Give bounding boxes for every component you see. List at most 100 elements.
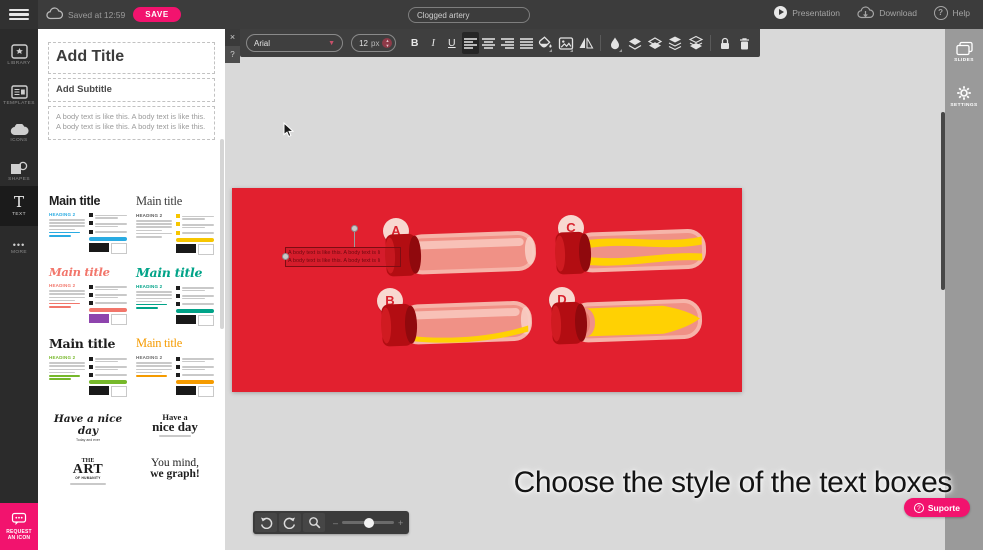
sidebar-item-more[interactable]: ••• MORE [0, 229, 38, 267]
undo-icon [259, 516, 273, 529]
artery-illustration-a[interactable] [382, 228, 540, 278]
panel-scrollbar[interactable] [220, 139, 224, 329]
add-subtitle-option[interactable]: Add Subtitle [48, 78, 215, 102]
template-card-have-a-nice-day-script[interactable]: Have a nice day Today and ever [48, 405, 128, 444]
template-card-you-mind-we-graph[interactable]: You mind, we graph! [135, 450, 215, 487]
template-card-have-a-nice-day-stacked[interactable]: Have a nice day [135, 405, 215, 444]
bring-forward-icon [627, 36, 643, 51]
flip-button[interactable] [577, 32, 595, 54]
align-justify-button[interactable] [518, 32, 535, 54]
sidebar-item-library[interactable]: LIBRARY [0, 36, 38, 74]
zoom-slider-track[interactable] [342, 521, 394, 524]
trash-icon [738, 36, 751, 51]
template-card-main-title-teal[interactable]: Main title HEADING 2 [135, 263, 215, 328]
hamburger-icon [9, 6, 29, 22]
template-preview: HEADING 2 [49, 212, 127, 254]
presentation-button[interactable]: Presentation [774, 6, 840, 19]
request-an-icon-button[interactable]: REQUESTAN ICON [0, 503, 38, 550]
opacity-button[interactable] [606, 32, 624, 54]
add-body-text-option[interactable]: A body text is like this. A body text is… [48, 106, 215, 140]
zoom-button[interactable] [303, 513, 325, 532]
insert-image-button[interactable] [556, 32, 574, 54]
lock-icon [718, 36, 732, 51]
template-card-main-title-serif[interactable]: Main title HEADING 2 [135, 192, 215, 257]
resize-handle-left[interactable] [282, 253, 289, 260]
font-size-stepper[interactable]: 12 px ▲▼ [351, 34, 396, 52]
template-preview: HEADING 2 [49, 355, 127, 397]
download-label: Download [879, 8, 917, 18]
save-button[interactable]: SAVE [133, 7, 181, 22]
redo-button[interactable] [279, 513, 301, 532]
artery-illustration-c[interactable] [552, 226, 710, 276]
template-card-the-art[interactable]: THE ART OF HUMANITY [48, 450, 128, 487]
selected-text-box[interactable]: A body text is like this. A body text is… [285, 247, 401, 267]
artery-illustration-b[interactable] [378, 298, 536, 348]
align-left-button[interactable] [462, 32, 479, 54]
redo-icon [283, 516, 297, 529]
slide[interactable]: A C B D [232, 188, 742, 392]
bring-forward-button[interactable] [626, 32, 644, 54]
add-title-option[interactable]: Add Title [48, 42, 215, 74]
template-card-main-title-slab[interactable]: Main title HEADING 2 [48, 334, 128, 399]
app-root: Saved at 12:59 SAVE Presentation Downloa… [0, 0, 983, 550]
close-panel-button[interactable]: × [225, 29, 240, 46]
left-icon-rail: LIBRARY TEMPLATES ICONS SHAPES T TEXT ••… [0, 29, 38, 550]
help-icon: ? [934, 6, 948, 20]
slides-button[interactable]: SLIDES [945, 41, 983, 63]
zoom-slider-thumb[interactable] [364, 518, 374, 528]
tutorial-caption: Choose the style of the text boxes [514, 466, 952, 500]
text-icon: T [14, 195, 24, 210]
download-button[interactable]: Download [857, 6, 917, 20]
template-preview: HEADING 2 [136, 355, 214, 397]
zoom-toolbar: – + [253, 511, 409, 534]
align-left-icon [464, 38, 477, 49]
sidebar-item-text[interactable]: T TEXT [0, 186, 38, 226]
cloud-download-icon [857, 6, 874, 20]
slides-icon [956, 41, 973, 56]
play-icon [774, 6, 787, 19]
undo-button[interactable] [255, 513, 277, 532]
align-right-icon [501, 38, 514, 49]
delete-button[interactable] [736, 32, 754, 54]
lock-button[interactable] [716, 32, 734, 54]
template-card-main-title-orange[interactable]: Main title HEADING 2 [135, 334, 215, 399]
bring-to-front-button[interactable] [666, 32, 684, 54]
format-toolbar: Arial ▼ 12 px ▲▼ B I U [240, 29, 760, 57]
settings-button[interactable]: SETTINGS [945, 85, 983, 108]
document-title-input[interactable] [408, 7, 530, 23]
fill-color-button[interactable] [536, 32, 554, 54]
sidebar-item-icons[interactable]: ICONS [0, 114, 38, 152]
main-menu-button[interactable] [0, 0, 38, 29]
icons-cloud-icon [10, 124, 29, 136]
support-button[interactable]: ? Suporte [904, 498, 970, 517]
help-button[interactable]: ? Help [934, 6, 970, 20]
sidebar-item-shapes[interactable]: SHAPES [0, 152, 38, 190]
send-to-back-button[interactable] [687, 32, 705, 54]
italic-button[interactable]: I [425, 32, 442, 54]
template-card-main-title-blue[interactable]: Main title HEADING 2 [48, 192, 128, 257]
template-card-main-title-coral[interactable]: Main title HEADING 2 [48, 263, 128, 328]
zoom-in-button[interactable]: + [398, 518, 403, 528]
question-icon: ? [914, 503, 924, 513]
more-icon: ••• [13, 242, 25, 248]
align-right-button[interactable] [499, 32, 516, 54]
magnifier-icon [308, 516, 321, 529]
template-preview: HEADING 2 [49, 283, 127, 325]
align-center-button[interactable] [481, 32, 498, 54]
shapes-icon [10, 161, 28, 175]
underline-button[interactable]: U [444, 32, 461, 54]
size-stepper-icon: ▲▼ [382, 38, 392, 48]
bold-button[interactable]: B [406, 32, 423, 54]
send-backward-button[interactable] [646, 32, 664, 54]
droplet-icon [608, 36, 622, 51]
zoom-out-button[interactable]: – [333, 518, 338, 528]
help-label: Help [953, 8, 970, 18]
font-family-select[interactable]: Arial ▼ [246, 34, 343, 52]
templates-icon [11, 85, 28, 99]
send-backward-icon [647, 36, 663, 51]
artery-illustration-d[interactable] [548, 296, 706, 346]
panel-help-button[interactable]: ? [225, 46, 240, 63]
rotation-handle[interactable] [351, 225, 358, 232]
sidebar-item-templates[interactable]: TEMPLATES [0, 76, 38, 114]
presentation-label: Presentation [792, 8, 840, 18]
